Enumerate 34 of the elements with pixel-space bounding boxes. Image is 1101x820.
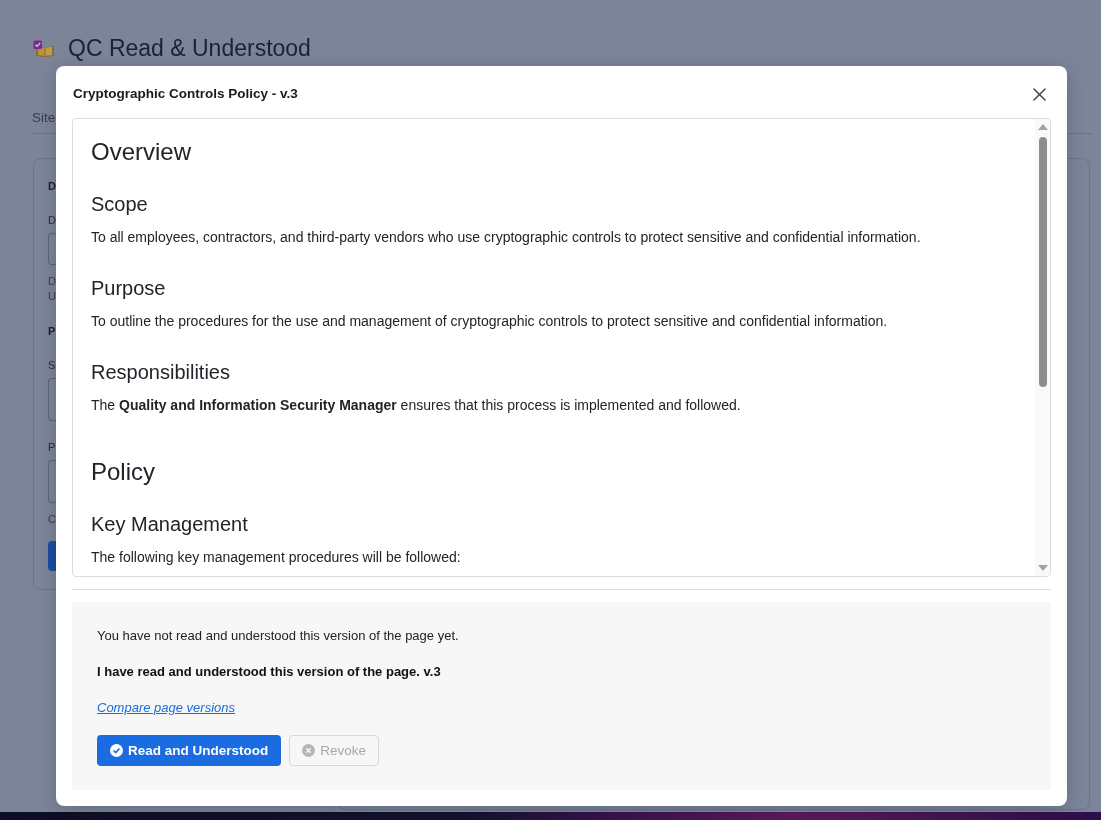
section-heading: Overview	[91, 137, 192, 166]
status-text: You have not read and understood this version of the page yet.	[97, 627, 459, 645]
subsection-heading: Key Management	[91, 512, 248, 536]
section-heading: D	[48, 179, 56, 194]
x-circle-icon	[302, 744, 316, 757]
dialog-title: Cryptographic Controls Policy - v.3	[73, 85, 298, 103]
paragraph-text: The following key management procedures will be followed:	[91, 548, 461, 567]
subsection-heading: Responsibilities	[91, 360, 230, 384]
hint-text: U	[48, 289, 56, 303]
check-circle-icon	[110, 744, 123, 757]
subsection-heading: Purpose	[91, 276, 166, 300]
checkbox-book-icon	[33, 39, 55, 57]
hint-text: C	[48, 512, 56, 526]
paragraph-text: To all employees, contractors, and third-party vendors who use cryptographic controls to protect sensitive and confidential information.	[91, 228, 921, 247]
scroll-up-icon[interactable]	[1037, 124, 1048, 130]
close-icon	[1032, 87, 1046, 101]
compare-link[interactable]: Compare page versions	[97, 698, 236, 718]
hint-text: D	[48, 274, 56, 288]
read-understood-button[interactable]: Read and Understood	[97, 735, 282, 766]
scrollbar-thumb[interactable]	[1038, 137, 1047, 387]
field-label: S	[48, 358, 56, 373]
nav-label[interactable]: Site	[32, 109, 56, 127]
field-label: D	[48, 213, 56, 228]
primary-button[interactable]	[48, 541, 56, 571]
subsection-heading: Scope	[91, 192, 148, 216]
paragraph-text: The Quality and Information Security Manager ensures that this process is implemented and followed.	[91, 396, 741, 415]
statement-text: I have read and understood this version of the page. v.3	[97, 663, 441, 681]
paragraph-text: To outline the procedures for the use and management of cryptographic controls to protect sensitive and confidential information.	[91, 312, 888, 331]
section-heading: Policy	[91, 457, 156, 486]
page-title: QC Read & Understood	[68, 34, 311, 63]
section-heading: P	[48, 324, 56, 339]
field-label: P	[48, 440, 56, 455]
scrollbar[interactable]	[1035, 119, 1050, 576]
scroll-down-icon[interactable]	[1037, 565, 1048, 571]
